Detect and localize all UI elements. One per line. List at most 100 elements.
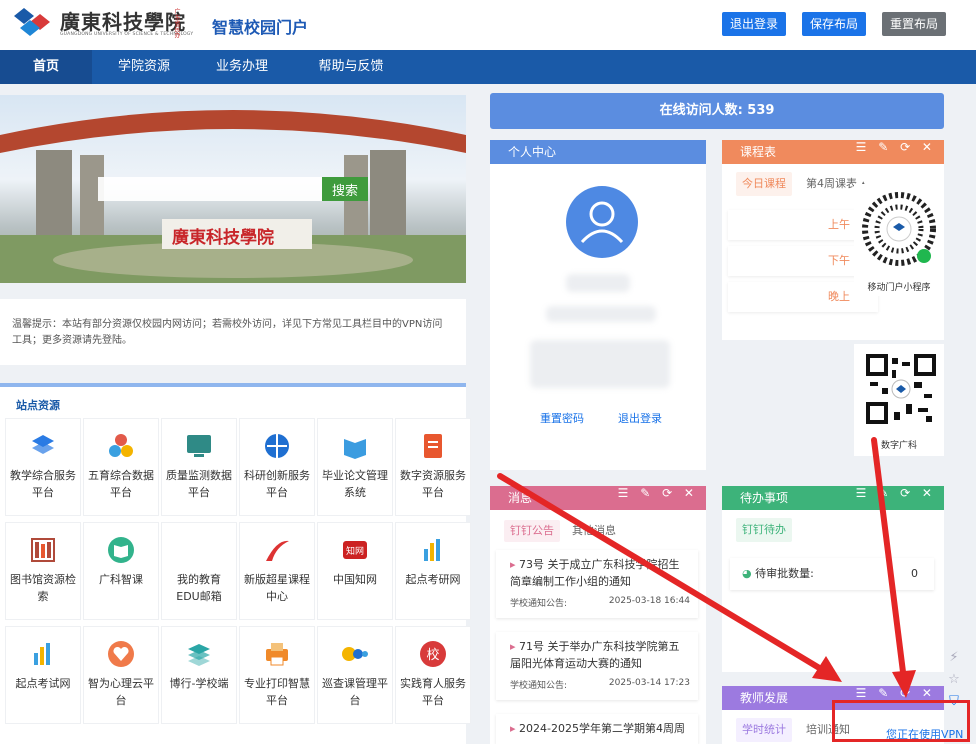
site-tile[interactable]: 数字资源服务平台 (396, 419, 470, 515)
qr-caption-mini-program: 移动门户小程序 (867, 283, 931, 293)
digital-gk-qr-icon (866, 354, 936, 424)
globe-icon (265, 434, 289, 458)
site-tile-label: 五育综合数据平台 (88, 469, 154, 499)
panel-tools[interactable]: ☰ ✎ ⟳ ✕ (856, 140, 936, 154)
site-tile[interactable]: 教学综合服务平台 (6, 419, 80, 515)
pending-approval-row[interactable]: ◕ 待审批数量: 0 (730, 558, 934, 590)
site-tile[interactable]: 智为心理云平台 (84, 627, 158, 723)
personal-center-panel: 个人中心 重置密码 退出登录 (490, 140, 706, 470)
panel-tools[interactable]: ☰ ✎ ⟳ ✕ (856, 686, 936, 700)
site-tile-label: 数字资源服务平台 (400, 469, 466, 499)
bars-icon (424, 539, 440, 561)
site-tile-label: 起点考试网 (15, 677, 71, 690)
panel-tools[interactable]: ☰ ✎ ⟳ ✕ (856, 486, 936, 500)
site-tile-label: 图书馆资源检索 (10, 573, 76, 603)
notice-text: 温馨提示：本站有部分资源仅校园内网访问；若需校外访问，详见下方常见工具栏目中的V… (12, 319, 443, 346)
site-tile[interactable]: 巡查课管理平台 (318, 627, 392, 723)
site-tile-label: 起点考研网 (405, 573, 461, 586)
site-tile[interactable]: 新版超星课程中心 (240, 523, 314, 619)
site-tile[interactable]: 五育综合数据平台 (84, 419, 158, 515)
monitor-icon (187, 435, 211, 457)
site-tile-label: 毕业论文管理系统 (322, 469, 388, 499)
bullet-icon: ▸ (510, 722, 516, 735)
search-input[interactable] (98, 177, 322, 201)
site-tile[interactable]: 广科智课 (84, 523, 158, 619)
logo-tag: 广东省民办 (173, 8, 180, 38)
mini-program-qr-icon (862, 192, 936, 266)
bars-icon (34, 643, 50, 665)
message-number: 73号 (519, 558, 545, 571)
site-tile[interactable]: 起点考研网 (396, 523, 470, 619)
message-item[interactable]: ▸ 2024-2025学年第二学期第4周周 (496, 714, 698, 744)
tab-today-course[interactable]: 今日课程 (736, 172, 792, 196)
user-icon (580, 201, 624, 244)
search-button[interactable]: 搜索 (322, 177, 368, 201)
site-tile-label: 质量监测数据平台 (166, 469, 232, 499)
vpn-status-text[interactable]: 您正在使用VPN (886, 726, 963, 742)
message-item[interactable]: ▸ 71号 关于举办广东科技学院第五届阳光体育运动大赛的通知 学校通知公告: 20… (496, 632, 698, 700)
message-source: 学校通知公告: (510, 599, 568, 609)
heart-icon (108, 641, 134, 667)
tab-dingtalk-todo[interactable]: 钉钉待办 (736, 518, 792, 542)
messages-panel: 消息 ☰ ✎ ⟳ ✕ 钉钉公告 其他消息 ▸ 73号 关于成立广东科技学院招生简… (490, 486, 706, 744)
pending-label: 待审批数量: (755, 567, 814, 580)
nav-college-resources[interactable]: 学院资源 (98, 50, 190, 84)
site-tile-label: 新版超星课程中心 (244, 573, 310, 603)
lightning-icon[interactable]: ⚡ (946, 650, 962, 666)
message-number: 71号 (519, 640, 545, 653)
nav-help-feedback[interactable]: 帮助与反馈 (296, 50, 406, 84)
site-tile[interactable]: 博行-学校端 (162, 627, 236, 723)
star-icon[interactable]: ☆ (946, 672, 962, 688)
reset-password-link[interactable]: 重置密码 (540, 410, 584, 426)
online-count: 539 (747, 103, 775, 118)
svg-text:校: 校 (426, 647, 439, 663)
site-tile-label: 我的教育EDU邮箱 (176, 573, 222, 603)
reset-layout-button[interactable]: 重置布局 (882, 12, 947, 36)
todo-panel: 待办事项 ☰ ✎ ⟳ ✕ 钉钉待办 ◕ 待审批数量: 0 (722, 486, 944, 672)
printer-icon (266, 643, 288, 666)
logout-button[interactable]: 退出登录 (722, 12, 787, 36)
site-tile[interactable]: 专业打印智慧平台 (240, 627, 314, 723)
circles-icon (109, 434, 133, 457)
blurred-name (566, 274, 630, 292)
message-date: 2025-03-14 17:23 (608, 678, 690, 688)
panel-tools[interactable]: ☰ ✎ ⟳ ✕ (618, 486, 698, 500)
tab-dingtalk-notice[interactable]: 钉钉公告 (504, 520, 560, 542)
site-tile[interactable]: 我的教育EDU邮箱 (162, 523, 236, 619)
message-item[interactable]: ▸ 73号 关于成立广东科技学院招生简章编制工作小组的通知 学校通知公告: 202… (496, 550, 698, 618)
avatar (566, 186, 638, 258)
star-icon (266, 540, 289, 561)
site-tile[interactable]: 毕业论文管理系统 (318, 419, 392, 515)
personal-center-title: 个人中心 (490, 140, 706, 164)
header: 廣東科技學院 GUANGDONG UNIVERSITY OF SCIENCE &… (0, 0, 976, 50)
message-title: 2024-2025学年第二学期第4周周 (519, 722, 685, 735)
open-book-icon (108, 537, 134, 563)
site-tile[interactable]: 质量监测数据平台 (162, 419, 236, 515)
site-tile[interactable]: 校实践育人服务平台 (396, 627, 470, 723)
tab-other-messages[interactable]: 其他消息 (572, 520, 616, 542)
tab-hours-statistics[interactable]: 学时统计 (736, 718, 792, 742)
nav-home[interactable]: 首页 (0, 50, 92, 84)
dots-icon (342, 647, 368, 661)
qr-mini-program: 移动门户小程序 (854, 184, 944, 296)
bookshelf-icon (31, 538, 55, 562)
site-tile[interactable]: 起点考试网 (6, 627, 80, 723)
site-tile[interactable]: 科研创新服务平台 (240, 419, 314, 515)
message-date: 2025-03-18 16:44 (608, 596, 690, 606)
logo-text: 廣東科技學院 (60, 10, 186, 34)
infinity-icon (184, 535, 214, 565)
week-label: 第4周课表 (806, 177, 857, 190)
svg-text:知网: 知网 (346, 545, 364, 557)
personal-logout-link[interactable]: 退出登录 (618, 410, 662, 426)
online-visitors-bar: 在线访问人数: 539 (490, 93, 944, 129)
nav-business[interactable]: 业务办理 (196, 50, 288, 84)
site-tile[interactable]: 知网 中国知网 (318, 523, 392, 619)
save-layout-button[interactable]: 保存布局 (802, 12, 867, 36)
site-resources-title: 站点资源 (16, 399, 60, 412)
site-tile-label: 科研创新服务平台 (244, 469, 310, 499)
site-tile-label: 广科智课 (99, 573, 143, 586)
site-tile[interactable]: 图书馆资源检索 (6, 523, 80, 619)
campus-banner: 廣東科技學院 搜索 (0, 95, 466, 283)
bullet-icon: ▸ (510, 640, 516, 653)
document-icon (424, 434, 442, 458)
